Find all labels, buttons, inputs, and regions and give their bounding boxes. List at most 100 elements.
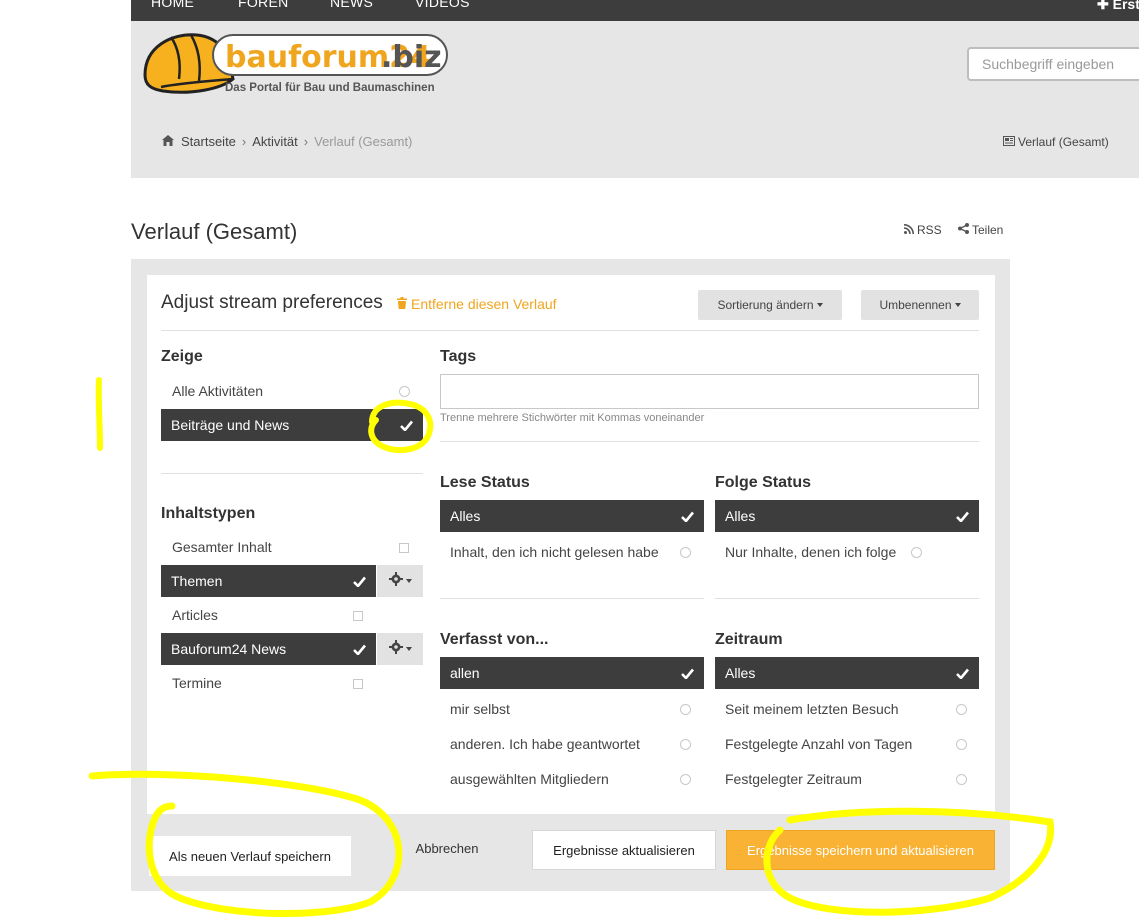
option-nur-gefolgt[interactable]: Nur Inhalte, denen ich folge [725, 544, 896, 560]
share-label: Teilen [972, 223, 1004, 237]
rename-button[interactable]: Umbenennen [861, 290, 979, 320]
option-lese-alles-selected[interactable]: Alles [440, 500, 704, 532]
divider [440, 441, 979, 442]
rename-button-label: Umbenennen [879, 298, 952, 312]
highlight-mark-left [95, 377, 103, 451]
check-icon [681, 509, 695, 525]
nav-foren[interactable]: FOREN [238, 0, 289, 10]
zeitraum-heading: Zeitraum [715, 631, 783, 648]
option-anzahl-tage[interactable]: Festgelegte Anzahl von Tagen [725, 736, 912, 752]
view-dropdown[interactable]: Verlauf (Gesamt) [1003, 135, 1109, 149]
option-themen-selected[interactable]: Themen [161, 565, 376, 597]
option-mir-selbst[interactable]: mir selbst [450, 701, 510, 717]
option-alle-aktivitaeten[interactable]: Alle Aktivitäten [172, 383, 263, 399]
sort-button[interactable]: Sortierung ändern [698, 290, 842, 320]
nav-news[interactable]: NEWS [330, 0, 373, 10]
plus-icon: ✚ [1097, 0, 1109, 12]
verfasst-heading: Verfasst von... [440, 631, 549, 648]
tags-heading: Tags [440, 348, 477, 365]
option-zeitraum-alles-selected[interactable]: Alles [715, 657, 979, 689]
nav-videos[interactable]: VIDEOS [415, 0, 470, 10]
checkbox-termine[interactable] [353, 679, 363, 689]
radio-zeitraum[interactable] [956, 774, 967, 785]
radio-nicht-gelesen[interactable] [680, 547, 691, 558]
option-bauforum24-news-selected[interactable]: Bauforum24 News [161, 633, 376, 665]
caret-down-icon [816, 303, 823, 307]
page: HOME FOREN NEWS VIDEOS ✚ Erstellen ▾ [0, 0, 1139, 920]
chevron-right-icon: › [303, 134, 309, 149]
nav-home[interactable]: HOME [151, 0, 194, 10]
radio-anderen[interactable] [680, 739, 691, 750]
view-dropdown-label: Verlauf (Gesamt) [1018, 135, 1109, 149]
share-link[interactable]: Teilen [958, 223, 1003, 237]
caret-down-icon [954, 303, 961, 307]
breadcrumb-home[interactable]: Startseite [181, 134, 236, 149]
breadcrumb-activity[interactable]: Aktivität [252, 134, 298, 149]
page-title: Verlauf (Gesamt) [131, 219, 298, 244]
breadcrumb-current: Verlauf (Gesamt) [314, 134, 413, 149]
tags-hint: Trenne mehrere Stichwörter mit Kommas vo… [440, 412, 705, 424]
option-folge-alles-selected[interactable]: Alles [715, 500, 979, 532]
divider [440, 598, 704, 599]
rss-label: RSS [917, 223, 942, 237]
option-termine[interactable]: Termine [172, 675, 222, 691]
radio-anzahl-tage[interactable] [956, 739, 967, 750]
check-icon [353, 642, 367, 658]
update-results-button[interactable]: Ergebnisse aktualisieren [532, 830, 716, 870]
radio-ausgewaehlte-mitglieder[interactable] [680, 774, 691, 785]
option-label: Bauforum24 News [171, 641, 287, 657]
top-nav: HOME FOREN NEWS VIDEOS ✚ Erstellen ▾ [131, 0, 1139, 21]
option-articles[interactable]: Articles [172, 607, 218, 623]
radio-nur-gefolgt[interactable] [911, 547, 922, 558]
divider [715, 598, 979, 599]
rss-icon [903, 223, 914, 237]
option-allen-selected[interactable]: allen [440, 657, 704, 689]
site-logo[interactable]: bauforum24 .biz Das Portal für Bau und B… [141, 29, 451, 99]
check-icon [956, 666, 970, 682]
option-gesamter-inhalt[interactable]: Gesamter Inhalt [172, 539, 272, 555]
radio-alle-aktivitaeten[interactable] [399, 386, 410, 397]
option-label: Alles [450, 508, 481, 524]
radio-letzter-besuch[interactable] [956, 704, 967, 715]
preferences-title: Adjust stream preferences [161, 292, 383, 313]
checkbox-gesamter-inhalt[interactable] [399, 543, 409, 553]
create-menu[interactable]: ✚ Erstellen ▾ [1097, 0, 1139, 13]
logo-tagline: Das Portal für Bau und Baumaschinen [225, 82, 435, 94]
option-zeitraum[interactable]: Festgelegter Zeitraum [725, 771, 862, 787]
inhaltstypen-heading: Inhaltstypen [161, 505, 256, 522]
search-input[interactable] [967, 47, 1139, 81]
option-label: Themen [171, 573, 223, 589]
remove-stream-link[interactable]: Entferne diesen Verlauf [397, 296, 557, 312]
news-settings-button[interactable] [377, 633, 423, 665]
option-label: Alles [725, 508, 756, 524]
option-ausgewaehlte-mitglieder[interactable]: ausgewählten Mitgliedern [450, 771, 609, 787]
logo-tld: .biz [381, 40, 442, 75]
save-new-stream-button[interactable]: Als neuen Verlauf speichern [149, 836, 351, 876]
gear-icon [388, 639, 403, 659]
tags-input[interactable] [440, 374, 979, 409]
share-icon [958, 223, 969, 237]
option-beitraege-news-selected[interactable]: Beiträge und News [161, 409, 423, 441]
save-update-button[interactable]: Ergebnisse speichern und aktualisieren [726, 830, 995, 870]
trash-icon [397, 296, 407, 312]
rss-link[interactable]: RSS [903, 223, 942, 237]
home-icon[interactable] [162, 134, 174, 149]
checkbox-articles[interactable] [353, 611, 363, 621]
caret-down-icon [405, 579, 412, 583]
lese-status-heading: Lese Status [440, 474, 530, 491]
option-label: allen [450, 665, 480, 681]
caret-down-icon [405, 647, 412, 651]
option-letzter-besuch[interactable]: Seit meinem letzten Besuch [725, 701, 899, 717]
themen-settings-button[interactable] [377, 565, 423, 597]
option-nicht-gelesen[interactable]: Inhalt, den ich nicht gelesen habe [450, 544, 659, 560]
option-label: Alles [725, 665, 756, 681]
sort-button-label: Sortierung ändern [717, 298, 814, 312]
folge-status-heading: Folge Status [715, 474, 812, 491]
newspaper-icon [1003, 135, 1015, 149]
radio-mir-selbst[interactable] [680, 704, 691, 715]
remove-stream-label: Entferne diesen Verlauf [411, 296, 557, 312]
option-anderen[interactable]: anderen. Ich habe geantwortet [450, 736, 640, 752]
chevron-right-icon: › [241, 134, 247, 149]
cancel-button[interactable]: Abbrechen [404, 832, 490, 864]
check-icon [353, 574, 367, 590]
